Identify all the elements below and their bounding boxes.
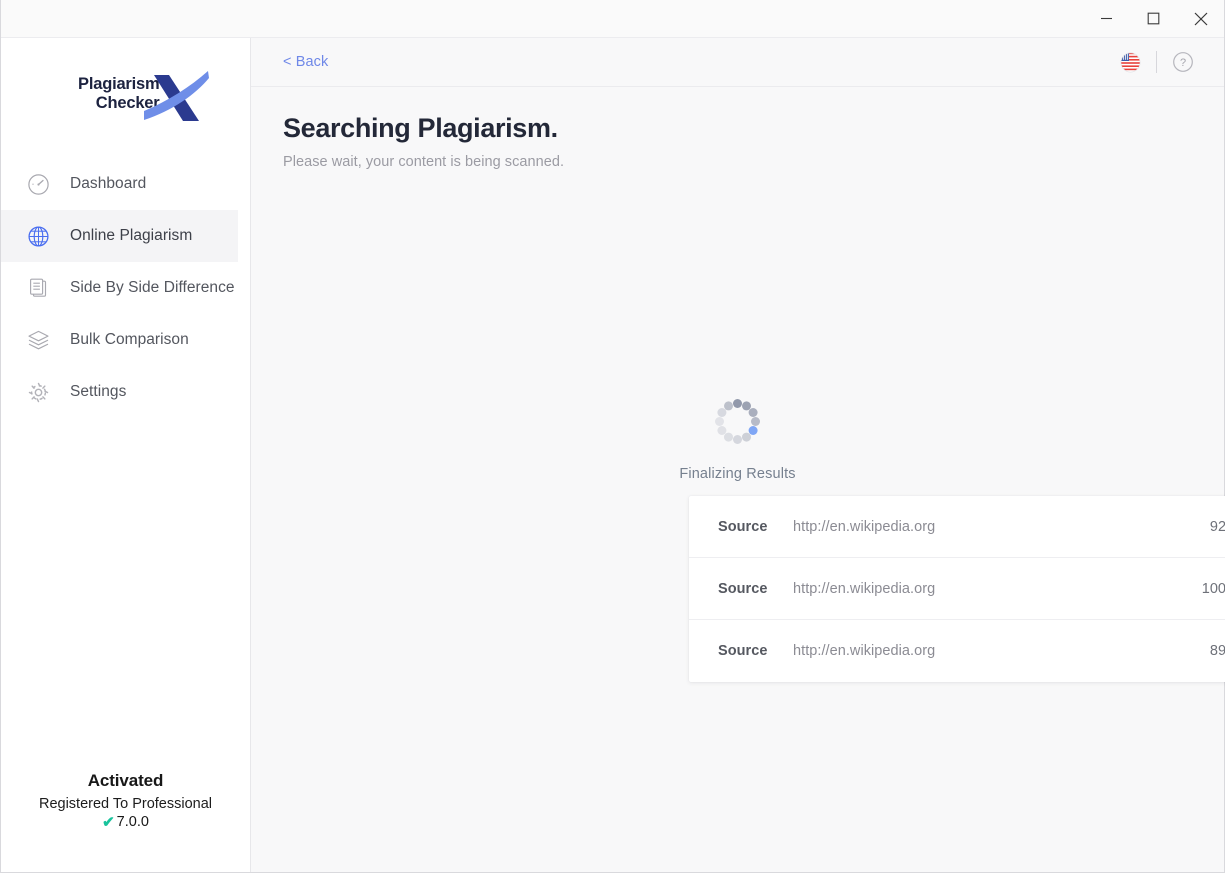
main-split: Plagiarism Checker Dashboard Online Plag…: [1, 38, 1225, 872]
loading-status: Finalizing Results: [251, 398, 1224, 482]
sidebar-item-label: Online Plagiarism: [70, 227, 193, 244]
source-url: http://en.wikipedia.org: [793, 518, 936, 535]
page-header: Searching Plagiarism. Please wait, your …: [251, 87, 1224, 170]
spinner-dot: [748, 407, 758, 417]
page-subtitle: Please wait, your content is being scann…: [283, 154, 565, 170]
svg-text:?: ?: [1180, 57, 1186, 69]
loading-spinner-icon: [715, 398, 761, 444]
sidebar-item-label: Settings: [70, 383, 127, 400]
topbar-actions: ?: [1120, 51, 1194, 73]
sidebar-item-label: Side By Side Difference: [70, 279, 235, 296]
spinner-dot: [717, 425, 727, 435]
sidebar-item-settings[interactable]: Settings: [1, 366, 250, 418]
app-logo: Plagiarism Checker: [1, 38, 250, 150]
dashboard-gauge-icon: [26, 172, 51, 197]
status-text: Finalizing Results: [679, 466, 796, 482]
sidebar-item-dashboard[interactable]: Dashboard: [1, 158, 250, 210]
back-button[interactable]: < Back: [283, 54, 328, 70]
license-info: Activated Registered To Professional ✔ 7…: [1, 771, 250, 872]
globe-icon: [26, 224, 51, 249]
spinner-dot: [733, 434, 742, 444]
sidebar-item-label: Bulk Comparison: [70, 331, 189, 348]
sidebar: Plagiarism Checker Dashboard Online Plag…: [1, 38, 251, 872]
license-registered-to: Registered To Professional: [38, 796, 213, 812]
table-row[interactable]: Source http://en.wikipedia.org 92%: [689, 496, 1225, 558]
documents-icon: [26, 276, 51, 301]
us-flag-icon[interactable]: [1120, 52, 1141, 73]
results-card: Source http://en.wikipedia.org 92% Sourc…: [689, 496, 1225, 682]
app-window: Plagiarism Checker Dashboard Online Plag…: [0, 0, 1225, 873]
spinner-dot: [715, 416, 724, 426]
sidebar-item-bulk-comparison[interactable]: Bulk Comparison: [1, 314, 250, 366]
gear-icon: [26, 380, 51, 405]
sidebar-item-label: Dashboard: [70, 175, 147, 192]
logo-x-icon: [143, 71, 209, 121]
source-url: http://en.wikipedia.org: [793, 643, 936, 659]
spinner-dot: [724, 400, 733, 410]
check-icon: ✔: [102, 813, 115, 831]
source-label: Source: [718, 518, 768, 535]
content-area: < Back ? Searching Plagiarism. Please wa…: [251, 38, 1225, 872]
source-label: Source: [718, 580, 768, 597]
minimize-button[interactable]: [1083, 0, 1130, 37]
license-status: Activated: [87, 771, 164, 790]
spinner-dot: [724, 432, 733, 442]
match-percent: 92%: [1209, 518, 1225, 535]
license-version-row: ✔ 7.0.0: [1, 814, 250, 830]
license-version: 7.0.0: [116, 814, 149, 830]
spinner-dot: [751, 416, 760, 426]
table-row[interactable]: Source http://en.wikipedia.org 100%: [689, 558, 1225, 620]
maximize-button[interactable]: [1130, 0, 1177, 37]
match-percent: 89%: [1209, 643, 1225, 659]
help-circle-icon[interactable]: ?: [1172, 51, 1194, 73]
sidebar-item-side-by-side-difference[interactable]: Side By Side Difference: [1, 262, 250, 314]
spinner-dot: [742, 432, 751, 442]
page-title: Searching Plagiarism.: [283, 113, 558, 143]
title-bar: [1, 0, 1224, 38]
sidebar-item-online-plagiarism[interactable]: Online Plagiarism: [1, 210, 238, 262]
close-button[interactable]: [1177, 0, 1224, 37]
table-row[interactable]: Source http://en.wikipedia.org 89%: [689, 620, 1225, 682]
topbar-divider: [1156, 51, 1157, 73]
match-percent: 100%: [1201, 580, 1225, 597]
source-label: Source: [718, 643, 768, 659]
sidebar-nav: Dashboard Online Plagiarism Side By Side…: [1, 158, 250, 418]
source-url: http://en.wikipedia.org: [793, 580, 936, 597]
content-topbar: < Back ?: [251, 38, 1224, 87]
spinner-dot: [733, 398, 742, 408]
layers-icon: [26, 328, 51, 353]
